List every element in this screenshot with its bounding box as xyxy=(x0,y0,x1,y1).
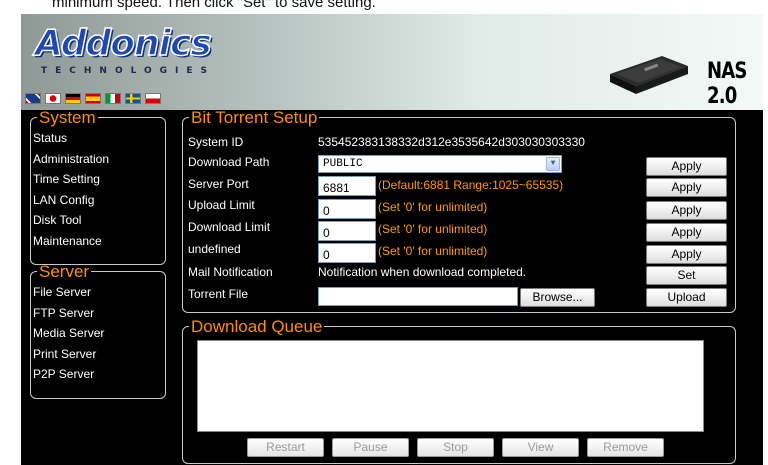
stop-button[interactable]: Stop xyxy=(417,438,494,457)
download-limit-hint: (Set '0' for unlimited) xyxy=(378,222,488,236)
mail-notification-text: Notification when download completed. xyxy=(318,265,527,279)
language-flags xyxy=(25,93,161,104)
server-port-hint: (Default:6881 Range:1025~65535) xyxy=(378,178,564,192)
apply-download-limit-button[interactable]: Apply xyxy=(646,223,727,242)
browse-button[interactable]: Browse... xyxy=(520,288,595,307)
mail-notification-label: Mail Notification xyxy=(188,265,273,279)
header-banner: Addonics TECHNOLOGIES NAS 2.0 xyxy=(21,14,763,110)
system-title: System xyxy=(39,108,96,127)
apply-server-port-button[interactable]: Apply xyxy=(646,178,727,197)
nav-ftp-server[interactable]: FTP Server xyxy=(31,303,165,324)
torrent-file-input[interactable] xyxy=(318,287,518,306)
server-group: Server File Server FTP Server Media Serv… xyxy=(30,263,166,399)
chevron-down-icon[interactable]: ▼ xyxy=(546,157,560,171)
upload-limit-hint: (Set '0' for unlimited) xyxy=(378,200,488,214)
nav-administration[interactable]: Administration xyxy=(31,149,165,170)
apply-upload-limit-button[interactable]: Apply xyxy=(646,201,727,220)
spain-flag-icon[interactable] xyxy=(85,93,101,104)
nav-p2p-server[interactable]: P2P Server xyxy=(31,364,165,385)
nav-maintenance[interactable]: Maintenance xyxy=(31,231,165,252)
download-limit-label: Download Limit xyxy=(188,220,271,234)
brand-logo: Addonics TECHNOLOGIES xyxy=(34,23,216,76)
nav-print-server[interactable]: Print Server xyxy=(31,344,165,365)
download-path-value: PUBLIC xyxy=(323,158,363,170)
server-title: Server xyxy=(39,262,90,281)
nas-device-image xyxy=(610,56,688,94)
system-group: System Status Administration Time Settin… xyxy=(30,109,166,265)
server-nav: File Server FTP Server Media Server Prin… xyxy=(31,282,165,385)
nav-time-setting[interactable]: Time Setting xyxy=(31,169,165,190)
system-id-label: System ID xyxy=(188,135,244,149)
remove-button[interactable]: Remove xyxy=(587,438,664,457)
uk-flag-icon[interactable] xyxy=(25,93,41,104)
nav-media-server[interactable]: Media Server xyxy=(31,323,165,344)
japan-flag-icon[interactable] xyxy=(45,93,61,104)
restart-button[interactable]: Restart xyxy=(247,438,324,457)
nav-file-server[interactable]: File Server xyxy=(31,282,165,303)
system-id-value: 535452383138332d312e3535642d303030303330 xyxy=(318,135,585,149)
server-port-input[interactable]: 6881 xyxy=(318,176,376,196)
download-queue-list[interactable] xyxy=(197,340,704,432)
nav-disk-tool[interactable]: Disk Tool xyxy=(31,210,165,231)
torrent-file-label: Torrent File xyxy=(188,287,249,301)
undefined-input[interactable]: 0 xyxy=(318,243,376,263)
view-button[interactable]: View xyxy=(502,438,579,457)
sweden-flag-icon[interactable] xyxy=(125,93,141,104)
instruction-text: minimum speed. Then click "Set" to save … xyxy=(52,0,376,11)
pause-button[interactable]: Pause xyxy=(332,438,409,457)
apply-undefined-button[interactable]: Apply xyxy=(646,245,727,264)
download-path-label: Download Path xyxy=(188,155,270,169)
poland-flag-icon[interactable] xyxy=(145,93,161,104)
server-port-label: Server Port xyxy=(188,177,249,191)
germany-flag-icon[interactable] xyxy=(65,93,81,104)
logo-tagline: TECHNOLOGIES xyxy=(41,66,216,76)
undefined-hint: (Set '0' for unlimited) xyxy=(378,244,488,258)
set-mail-notification-button[interactable]: Set xyxy=(646,266,727,285)
apply-download-path-button[interactable]: Apply xyxy=(646,157,727,176)
download-queue-title: Download Queue xyxy=(191,317,323,336)
upload-limit-input[interactable]: 0 xyxy=(318,199,376,219)
upload-torrent-button[interactable]: Upload xyxy=(646,288,727,307)
download-limit-input[interactable]: 0 xyxy=(318,221,376,241)
undefined-label: undefined xyxy=(188,242,241,256)
italy-flag-icon[interactable] xyxy=(105,93,121,104)
nav-status[interactable]: Status xyxy=(31,128,165,149)
bittorrent-setup-title: Bit Torrent Setup xyxy=(191,108,318,127)
nav-lan-config[interactable]: LAN Config xyxy=(31,190,165,211)
logo-wordmark: Addonics xyxy=(34,23,212,64)
upload-limit-label: Upload Limit xyxy=(188,198,255,212)
product-name: NAS 2.0 xyxy=(707,59,747,109)
download-path-select[interactable]: PUBLIC ▼ xyxy=(318,155,562,173)
system-nav: Status Administration Time Setting LAN C… xyxy=(31,128,165,251)
